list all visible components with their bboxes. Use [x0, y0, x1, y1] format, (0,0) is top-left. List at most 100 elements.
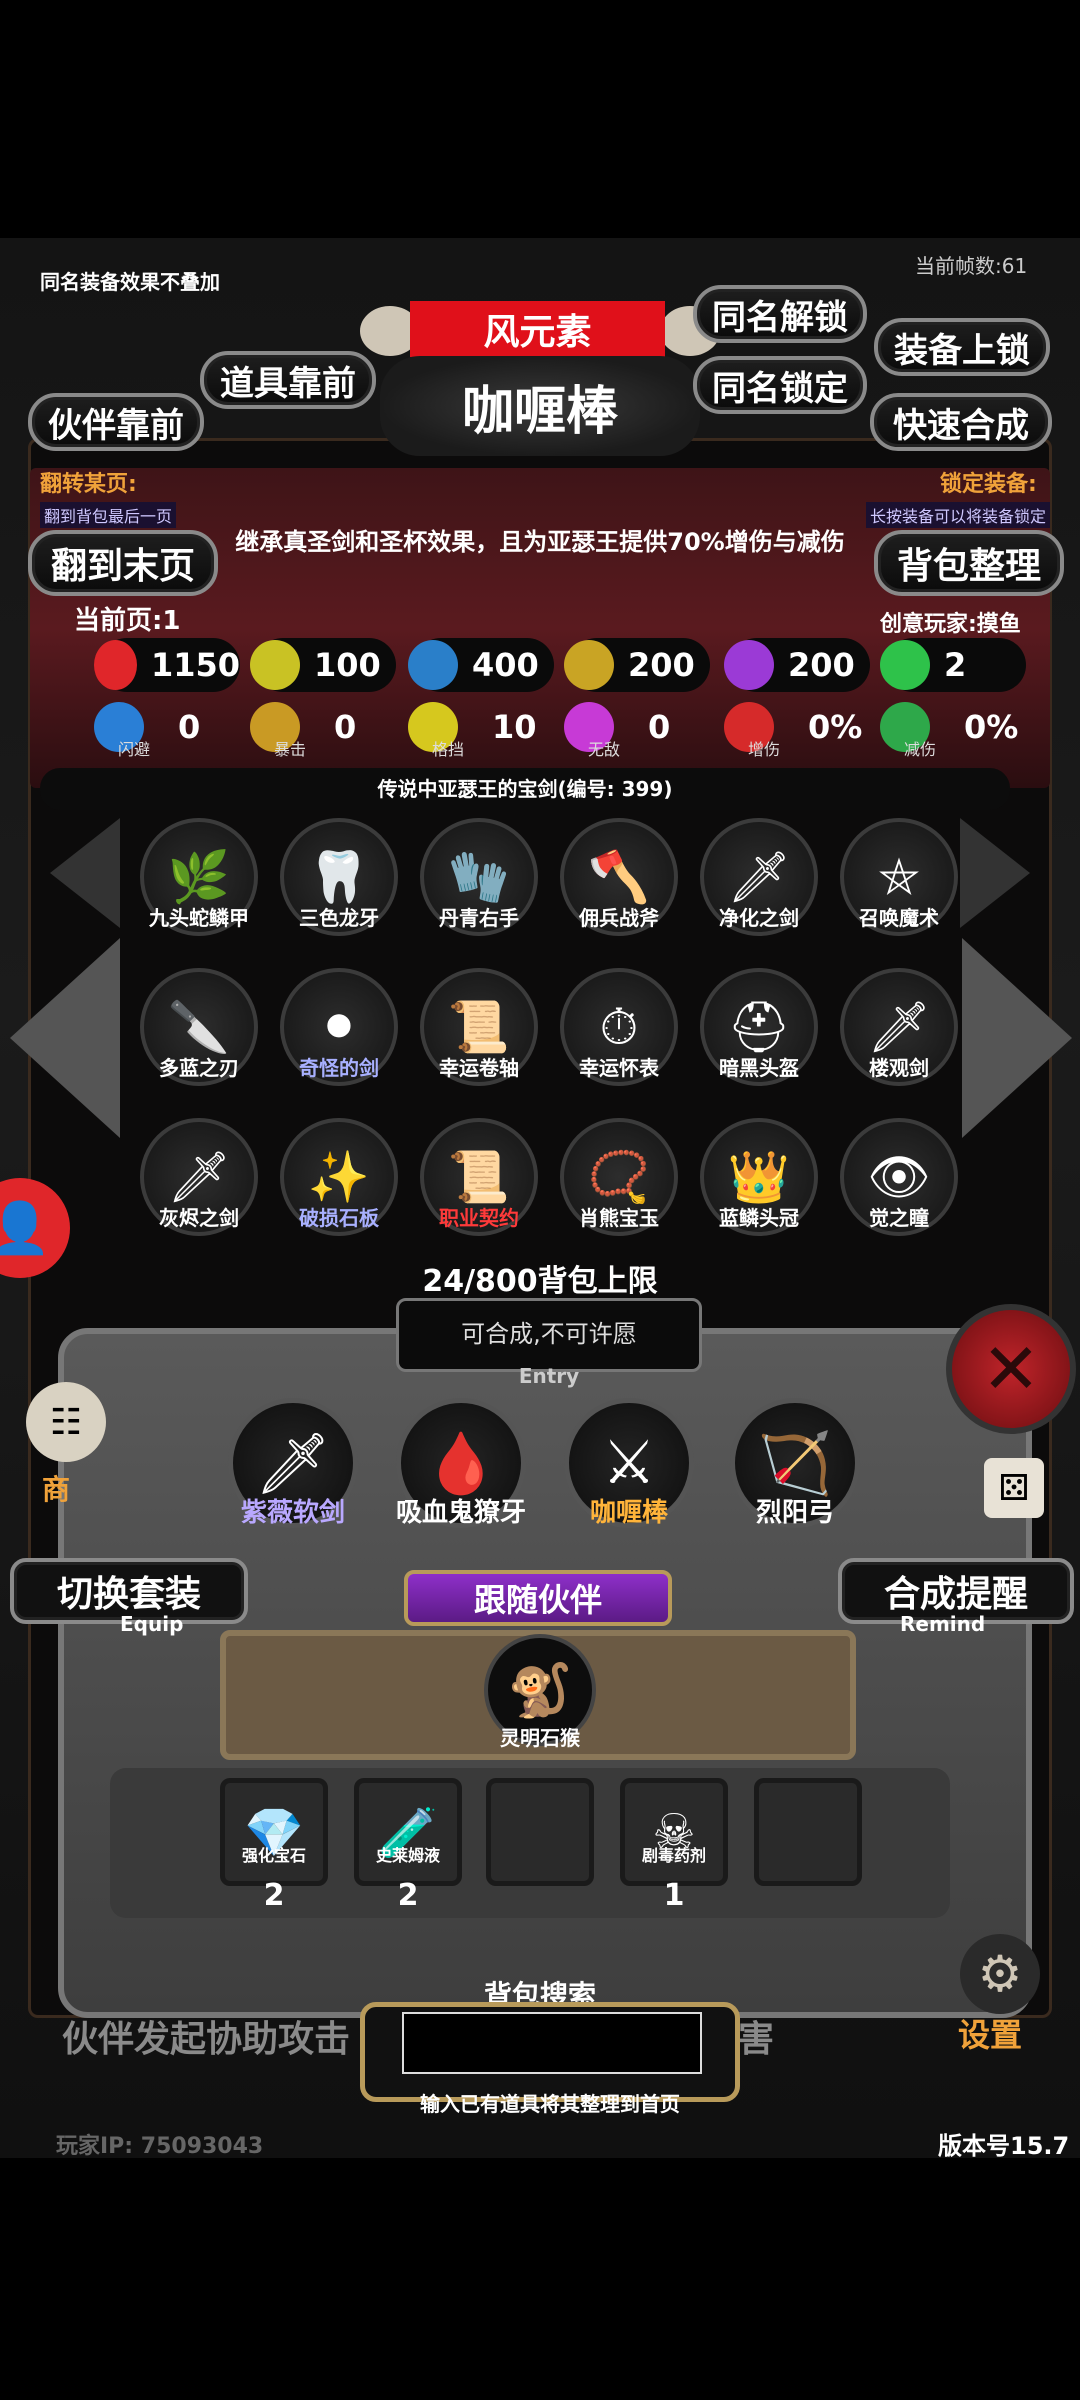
lock-equip-title: 锁定装备:	[940, 472, 1037, 497]
grid-item-name: 暗黑头盔	[719, 1056, 799, 1080]
gear-icon[interactable]: ⚙	[960, 1934, 1040, 2014]
same-name-notice: 同名装备效果不叠加	[40, 270, 220, 294]
follow-partner-label: 跟随伙伴	[404, 1570, 672, 1626]
grid-item-icon: 🗡	[727, 847, 791, 906]
stat2-label: 暴击	[274, 740, 307, 759]
grid-item-icon: 📿	[587, 1147, 651, 1206]
stat2-crit: 0 暴击	[250, 700, 396, 759]
shop-label[interactable]: 商	[42, 1468, 70, 1508]
partner-first-button[interactable]: 伙伴靠前	[28, 393, 204, 451]
stat-lightning: 200	[724, 638, 870, 692]
grid-item-name: 破损石板	[299, 1206, 379, 1230]
grid-item-icon: ⛤	[879, 847, 919, 906]
creator-credit: 创意玩家:摸鱼	[880, 612, 1021, 637]
element-title[interactable]: 风元素	[410, 301, 665, 357]
grid-item-icon: 🗡	[167, 1147, 231, 1206]
equipped-item-icon: 🩸	[423, 1428, 499, 1499]
inventory-item-name: 史莱姆液	[375, 1846, 440, 1865]
bag-search-hint: 输入已有道具将其整理到首页	[420, 2092, 680, 2116]
settings-label[interactable]: 设置	[958, 2010, 1022, 2056]
flip-page-title: 翻转某页:	[40, 472, 137, 497]
partner-assist-message: 伙伴发起协助攻击	[62, 2019, 351, 2060]
grid-item-name: 觉之瞳	[869, 1206, 929, 1230]
current-page: 当前页:1	[74, 606, 181, 636]
game-screen: 同名装备效果不叠加 当前帧数:61 风元素 咖喱棒 同名解锁 装备上锁 道具靠前…	[0, 238, 1080, 2158]
equipped-item-icon: 🗡	[254, 1428, 332, 1499]
unlock-same-button[interactable]: 同名解锁	[693, 285, 867, 343]
last-page-button[interactable]: 翻到末页	[28, 530, 218, 596]
lock-equip-hint: 长按装备可以将装备锁定	[866, 502, 1051, 528]
stat2-label: 闪避	[118, 740, 151, 759]
stat-sword: 200	[564, 638, 710, 692]
items-first-button[interactable]: 道具靠前	[200, 351, 376, 409]
entry-label: Entry	[518, 1364, 580, 1388]
lightning-icon	[724, 640, 774, 690]
shop-icon[interactable]: ☷	[26, 1382, 106, 1462]
grid-item-icon: ✨	[307, 1147, 371, 1206]
inventory-slot[interactable]: 💎	[220, 1778, 328, 1886]
stat-value: 200	[628, 646, 695, 684]
grid-item-name: 净化之剑	[719, 906, 799, 930]
stat-value: 1150	[150, 646, 240, 684]
grid-item-icon: 👁	[867, 1147, 931, 1206]
item-caption: 传说中亚瑟王的宝剑(编号: 399)	[377, 777, 673, 801]
version-number: 版本号15.7	[938, 2132, 1070, 2158]
stat-value: 2	[944, 646, 967, 684]
bag-limit: 24/800背包上限	[422, 1264, 658, 1299]
stat2-green-shield: 0% 减伤	[880, 700, 1026, 759]
equipped-item-name: 烈阳弓	[755, 1498, 834, 1528]
quick-merge-button[interactable]: 快速合成	[870, 393, 1052, 451]
lock-same-button[interactable]: 同名锁定	[693, 356, 867, 414]
helmet-icon	[408, 640, 458, 690]
equipped-item-name: 紫薇软剑	[240, 1498, 345, 1528]
grid-item-icon: ⛑	[727, 997, 791, 1056]
grid-item-icon: 🗡	[867, 997, 931, 1056]
stat2-value: 0	[334, 708, 357, 746]
grid-item-name: 丹青右手	[439, 906, 519, 930]
inventory-slot[interactable]: ☠	[620, 1778, 728, 1886]
inventory-slot[interactable]	[754, 1778, 862, 1886]
grid-item-name: 楼观剑	[869, 1056, 929, 1080]
inventory-item-count: 2	[263, 1878, 285, 1913]
flip-page-hint: 翻到背包最后一页	[40, 502, 177, 528]
grid-item-name: 职业契约	[439, 1206, 519, 1230]
strength-icon	[250, 640, 300, 690]
inventory-slot[interactable]	[486, 1778, 594, 1886]
grid-item-icon: 🔪	[167, 997, 231, 1056]
lock-equip-button[interactable]: 装备上锁	[874, 318, 1050, 376]
stat2-wings: 0 无敌	[564, 700, 710, 759]
partner-name: 灵明石猴	[500, 1726, 580, 1750]
player-ip: 玩家IP: 75093043	[56, 2134, 264, 2158]
inventory-slot[interactable]: 🧪	[354, 1778, 462, 1886]
sort-bag-button[interactable]: 背包整理	[874, 530, 1064, 596]
grid-item-icon: 🪓	[587, 847, 651, 906]
inventory-item-count: 2	[397, 1878, 419, 1913]
stat2-label: 格挡	[432, 740, 465, 759]
grid-item-icon: 👑	[727, 1147, 791, 1206]
equipped-item-icon: ⚔	[602, 1428, 656, 1498]
sword-icon	[564, 640, 614, 690]
stat-value: 100	[314, 646, 381, 684]
grid-item-name: 肖熊宝玉	[579, 1206, 659, 1230]
grid-item-icon: ⚫	[318, 998, 360, 1056]
stat2-label: 无敌	[588, 740, 621, 759]
heart-icon	[94, 640, 137, 690]
stat2-dodge: 0 闪避	[94, 700, 240, 759]
dice-icon[interactable]: ⚄	[984, 1458, 1044, 1518]
stat-helmet: 400	[408, 638, 554, 692]
bag-search-input[interactable]	[402, 2012, 702, 2074]
grid-item-icon: 🧤	[447, 847, 511, 906]
item-description: 继承真圣剑和圣杯效果，且为亚瑟王提供70%增伤与减伤	[235, 528, 845, 556]
grid-item-name: 灰烬之剑	[159, 1206, 239, 1230]
stat2-label: 减伤	[904, 740, 937, 759]
merge-remind-en: Remind	[900, 1612, 986, 1636]
stat2-label: 增伤	[748, 740, 781, 759]
grid-item-icon: 📜	[447, 997, 511, 1056]
grid-item-name: 幸运怀表	[579, 1056, 659, 1080]
close-icon[interactable]: ✕	[946, 1304, 1076, 1434]
grid-item-name: 幸运卷轴	[439, 1056, 519, 1080]
stat2-value: 0	[648, 708, 671, 746]
inventory-item-name: 强化宝石	[241, 1846, 306, 1865]
stat2-value: 10	[492, 708, 537, 746]
stat2-value: 0%	[808, 708, 863, 746]
